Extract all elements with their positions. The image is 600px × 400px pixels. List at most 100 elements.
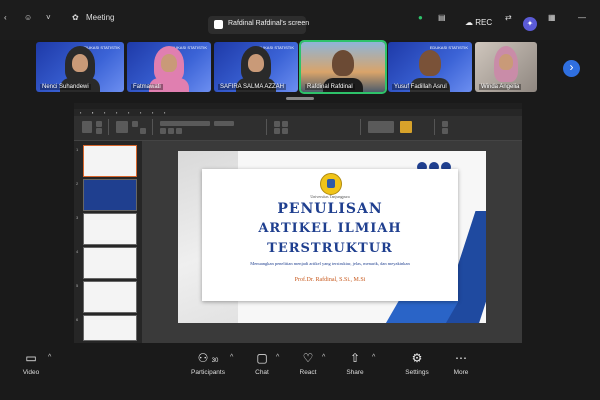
layout-icon[interactable]: [132, 121, 138, 127]
menu-icon[interactable]: ‹: [4, 13, 7, 22]
slide-number: 1: [76, 147, 79, 152]
ai-assistant-icon[interactable]: ✦: [523, 17, 537, 31]
react-button[interactable]: ♡ React: [283, 350, 333, 376]
clock-icon[interactable]: ☺: [24, 13, 32, 22]
participant-face: [499, 54, 513, 70]
tile-tag: EDUKASI STATISTIK: [429, 45, 468, 50]
slide-thumbnail[interactable]: [83, 145, 137, 177]
meeting-top-bar: ‹ ☺ ˅ ✿ Meeting Rafdinal Rafdinal's scre…: [0, 0, 600, 40]
participant-tile[interactable]: EDUKASI STATISTIK Nenci Suhandewi: [36, 42, 124, 92]
underline-icon[interactable]: [176, 128, 182, 134]
react-caret[interactable]: ^: [322, 354, 325, 361]
ribbon-toolbar: [74, 116, 522, 141]
current-slide[interactable]: Universitas Tanjungpura PENULISAN ARTIKE…: [178, 151, 486, 323]
ribbon-tab[interactable]: ▪: [164, 110, 165, 115]
slide-thumbnail[interactable]: [83, 315, 137, 341]
slide-thumbnail[interactable]: [83, 247, 137, 279]
bullets-icon[interactable]: [274, 121, 280, 127]
paragraph-group: [270, 119, 361, 135]
minimize-icon[interactable]: —: [578, 13, 586, 22]
cut-icon[interactable]: [96, 121, 102, 127]
settings-label: Settings: [405, 369, 429, 376]
participant-name: Rafdinal Rafdinal: [305, 84, 355, 90]
chat-button[interactable]: ▢ Chat: [237, 350, 287, 376]
participants-caret[interactable]: ^: [230, 354, 233, 361]
slide-title-line1[interactable]: PENULISAN: [202, 201, 458, 217]
active-speaker-tile[interactable]: Rafdinal Rafdinal: [299, 40, 387, 94]
font-group: [156, 119, 267, 135]
italic-icon[interactable]: [168, 128, 174, 134]
ribbon-tab[interactable]: ▪: [80, 110, 81, 115]
ribbon-tab[interactable]: ▪: [104, 110, 105, 115]
section-icon[interactable]: [140, 128, 146, 134]
slide-number: 5: [76, 283, 79, 288]
chat-caret[interactable]: ^: [276, 354, 279, 361]
chat-label: Chat: [255, 369, 269, 376]
ai-companion-icon[interactable]: ⇄: [505, 13, 512, 22]
meeting-label[interactable]: Meeting: [86, 13, 114, 22]
replace-icon[interactable]: [442, 128, 448, 134]
slide-author[interactable]: Prof.Dr. Rafdinal, S.Si., M.Si: [202, 277, 458, 283]
share-caret[interactable]: ^: [372, 354, 375, 361]
slide-thumbnail[interactable]: [83, 179, 137, 211]
screen-share-indicator[interactable]: Rafdinal Rafdinal's screen: [208, 16, 310, 34]
participant-tile[interactable]: EDUKASI STATISTIK Yusuf Fadillah Asrul: [388, 42, 472, 92]
numbering-icon[interactable]: [282, 121, 288, 127]
participants-button[interactable]: ⚇ 30 Participants: [183, 350, 233, 376]
editing-group: [438, 119, 478, 135]
align-left-icon[interactable]: [274, 128, 280, 134]
participant-name: Yusuf Fadillah Asrul: [392, 84, 449, 90]
slide-number: 6: [76, 317, 79, 322]
meeting-controls: ▭ Video ^ ⚇ 30 Participants ^ ▢ Chat ^ ♡…: [0, 345, 600, 400]
participant-tile[interactable]: EDUKASI STATISTIK Fatmawati: [127, 42, 211, 92]
font-select[interactable]: [160, 121, 210, 126]
ribbon-tab[interactable]: ▪: [92, 110, 93, 115]
slide-title-line2[interactable]: ARTIKEL ILMIAH: [202, 221, 458, 236]
ribbon-tab[interactable]: ▪: [140, 110, 141, 115]
participants-label: Participants: [191, 369, 225, 376]
shapes-icon[interactable]: [368, 121, 394, 133]
paste-icon[interactable]: [82, 121, 92, 133]
find-icon[interactable]: [442, 121, 448, 127]
slide-editor: Universitas Tanjungpura PENULISAN ARTIKE…: [142, 141, 522, 343]
ribbon-tab[interactable]: ▪: [116, 110, 117, 115]
new-slide-icon[interactable]: [116, 121, 128, 133]
participant-face: [72, 54, 88, 72]
participant-name: SAFIRA SALMA AZZAH: [218, 84, 287, 90]
slide-number: 4: [76, 249, 79, 254]
slide-thumbnail[interactable]: [83, 281, 137, 313]
video-options-caret[interactable]: ^: [48, 354, 51, 361]
recording-indicator[interactable]: ☁ REC: [465, 18, 492, 27]
ribbon-tabs: ▪ ▪ ▪ ▪ ▪ ▪ ▪ ▪: [74, 109, 522, 116]
participant-tile[interactable]: EDUKASI STATISTIK SAFIRA SALMA AZZAH: [214, 42, 298, 92]
ribbon-tab[interactable]: ▪: [128, 110, 129, 115]
next-page-button[interactable]: ›: [563, 60, 580, 77]
arrange-icon[interactable]: [400, 121, 412, 133]
shield-icon[interactable]: ●: [418, 13, 423, 22]
participant-face: [248, 54, 264, 72]
slide-thumbnail[interactable]: [83, 213, 137, 245]
participant-face: [419, 50, 441, 76]
chat-icon: ▢: [256, 351, 268, 365]
slide-title-line3[interactable]: TERSTRUKTUR: [202, 241, 458, 256]
settings-button[interactable]: ⚙ Settings: [392, 350, 442, 376]
participant-name: Winda Angelia: [479, 84, 522, 90]
heart-icon: ♡: [302, 351, 314, 365]
copy-icon[interactable]: [96, 128, 102, 134]
share-label: Rafdinal Rafdinal's screen: [228, 20, 310, 27]
chevron-down-icon[interactable]: ˅: [46, 13, 51, 22]
slide-subtitle[interactable]: Menuangkan penelitian menjadi artikel ya…: [250, 261, 410, 267]
ribbon-tab[interactable]: ▪: [152, 110, 153, 115]
align-center-icon[interactable]: [282, 128, 288, 134]
meeting-icon: ✿: [72, 13, 79, 22]
participant-tile[interactable]: Winda Angelia: [475, 42, 537, 92]
view-icon[interactable]: ▦: [548, 13, 556, 22]
bold-icon[interactable]: [160, 128, 166, 134]
resize-handle[interactable]: [286, 97, 314, 100]
more-button[interactable]: ⋯ More: [436, 350, 486, 376]
title-card: Universitas Tanjungpura PENULISAN ARTIKE…: [202, 169, 458, 301]
react-label: React: [299, 369, 317, 376]
rec-label: REC: [475, 18, 493, 27]
font-size-select[interactable]: [214, 121, 234, 126]
notes-icon[interactable]: ▤: [438, 13, 446, 22]
